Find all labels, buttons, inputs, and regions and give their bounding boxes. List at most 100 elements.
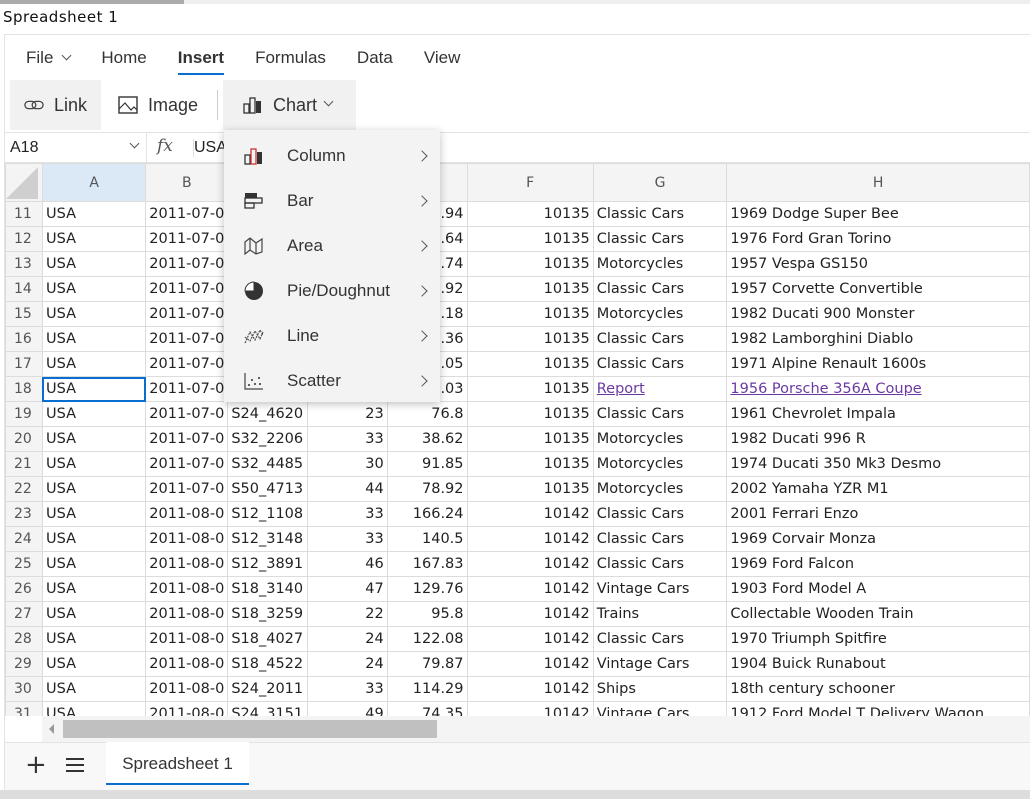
cell-d24[interactable]: 33: [307, 526, 388, 552]
cell-b17[interactable]: 2011-07-0: [145, 351, 229, 377]
cell-hyperlink[interactable]: Report: [597, 381, 645, 397]
cell-c29[interactable]: S18_4522: [227, 651, 309, 677]
select-all-corner[interactable]: [5, 163, 43, 202]
scrollbar-thumb[interactable]: [63, 720, 437, 738]
cell-f21[interactable]: 10135: [466, 451, 594, 477]
cell-a14[interactable]: USA: [41, 276, 147, 302]
cell-e21[interactable]: 91.85: [386, 451, 468, 477]
cell-g28[interactable]: Classic Cars: [592, 626, 728, 652]
cell-h23[interactable]: 2001 Ferrari Enzo: [726, 501, 1030, 527]
cell-a22[interactable]: USA: [41, 476, 147, 502]
menu-item-pie[interactable]: Pie/Doughnut: [224, 268, 440, 313]
cell-h13[interactable]: 1957 Vespa GS150: [726, 251, 1030, 277]
menu-item-column[interactable]: Column: [224, 133, 440, 178]
row-header[interactable]: 17: [5, 351, 43, 377]
cell-e20[interactable]: 38.62: [386, 426, 468, 452]
cell-g15[interactable]: Motorcycles: [592, 301, 728, 327]
cell-b16[interactable]: 2011-07-0: [145, 326, 229, 352]
column-header-g[interactable]: G: [592, 163, 728, 202]
cell-d28[interactable]: 24: [307, 626, 388, 652]
cell-g16[interactable]: Classic Cars: [592, 326, 728, 352]
cell-a15[interactable]: USA: [41, 301, 147, 327]
cell-d30[interactable]: 33: [307, 676, 388, 702]
cell-f25[interactable]: 10142: [466, 551, 594, 577]
cell-f26[interactable]: 10142: [466, 576, 594, 602]
column-header-b[interactable]: B: [145, 163, 229, 202]
cell-g21[interactable]: Motorcycles: [592, 451, 728, 477]
tab-home[interactable]: Home: [101, 48, 146, 75]
cell-b22[interactable]: 2011-07-0: [145, 476, 229, 502]
cell-e23[interactable]: 166.24: [386, 501, 468, 527]
row-header[interactable]: 20: [5, 426, 43, 452]
row-header[interactable]: 15: [5, 301, 43, 327]
cell-f23[interactable]: 10142: [466, 501, 594, 527]
cell-f11[interactable]: 10135: [466, 201, 594, 227]
cell-b26[interactable]: 2011-08-0: [145, 576, 229, 602]
cell-h12[interactable]: 1976 Ford Gran Torino: [726, 226, 1030, 252]
cell-c24[interactable]: S12_3148: [227, 526, 309, 552]
cell-e24[interactable]: 140.5: [386, 526, 468, 552]
cell-c23[interactable]: S12_1108: [227, 501, 309, 527]
tab-insert[interactable]: Insert: [177, 48, 225, 75]
cell-a20[interactable]: USA: [41, 426, 147, 452]
cell-d31[interactable]: 49: [307, 701, 388, 716]
cell-h22[interactable]: 2002 Yamaha YZR M1: [726, 476, 1030, 502]
tab-file[interactable]: File: [26, 48, 72, 75]
cell-e30[interactable]: 114.29: [386, 676, 468, 702]
cell-b25[interactable]: 2011-08-0: [145, 551, 229, 577]
cell-d22[interactable]: 44: [307, 476, 388, 502]
cell-a19[interactable]: USA: [41, 401, 147, 427]
cell-h31[interactable]: 1912 Ford Model T Delivery Wagon: [726, 701, 1030, 716]
cell-g22[interactable]: Motorcycles: [592, 476, 728, 502]
cell-b30[interactable]: 2011-08-0: [145, 676, 229, 702]
cell-h11[interactable]: 1969 Dodge Super Bee: [726, 201, 1030, 227]
cell-a31[interactable]: USA: [41, 701, 147, 716]
cell-f27[interactable]: 10142: [466, 601, 594, 627]
cell-a25[interactable]: USA: [41, 551, 147, 577]
row-header[interactable]: 28: [5, 626, 43, 652]
cell-f12[interactable]: 10135: [466, 226, 594, 252]
cell-b29[interactable]: 2011-08-0: [145, 651, 229, 677]
cell-h26[interactable]: 1903 Ford Model A: [726, 576, 1030, 602]
cell-h25[interactable]: 1969 Ford Falcon: [726, 551, 1030, 577]
cell-c28[interactable]: S18_4027: [227, 626, 309, 652]
cell-f16[interactable]: 10135: [466, 326, 594, 352]
cell-d25[interactable]: 46: [307, 551, 388, 577]
cell-a21[interactable]: USA: [41, 451, 147, 477]
cell-a28[interactable]: USA: [41, 626, 147, 652]
cell-d19[interactable]: 23: [307, 401, 388, 427]
cell-h17[interactable]: 1971 Alpine Renault 1600s: [726, 351, 1030, 377]
cell-a12[interactable]: USA: [41, 226, 147, 252]
cell-g29[interactable]: Vintage Cars: [592, 651, 728, 677]
cell-g20[interactable]: Motorcycles: [592, 426, 728, 452]
cell-b14[interactable]: 2011-07-0: [145, 276, 229, 302]
cell-a11[interactable]: USA: [41, 201, 147, 227]
cell-c21[interactable]: S32_4485: [227, 451, 309, 477]
cell-e26[interactable]: 129.76: [386, 576, 468, 602]
cell-b24[interactable]: 2011-08-0: [145, 526, 229, 552]
cell-b11[interactable]: 2011-07-0: [145, 201, 229, 227]
row-header[interactable]: 31: [5, 701, 43, 716]
name-box[interactable]: A18: [10, 139, 38, 157]
cell-b21[interactable]: 2011-07-0: [145, 451, 229, 477]
row-header[interactable]: 11: [5, 201, 43, 227]
cell-c19[interactable]: S24_4620: [227, 401, 309, 427]
menu-item-scatter[interactable]: Scatter: [224, 358, 440, 403]
cell-a30[interactable]: USA: [41, 676, 147, 702]
row-header[interactable]: 16: [5, 326, 43, 352]
cell-c31[interactable]: S24_3151: [227, 701, 309, 716]
column-header-a[interactable]: A: [41, 163, 147, 202]
cell-c26[interactable]: S18_3140: [227, 576, 309, 602]
cell-f24[interactable]: 10142: [466, 526, 594, 552]
cell-f28[interactable]: 10142: [466, 626, 594, 652]
cell-f13[interactable]: 10135: [466, 251, 594, 277]
cell-f17[interactable]: 10135: [466, 351, 594, 377]
cell-f15[interactable]: 10135: [466, 301, 594, 327]
cell-h19[interactable]: 1961 Chevrolet Impala: [726, 401, 1030, 427]
cell-a24[interactable]: USA: [41, 526, 147, 552]
image-button[interactable]: Image: [104, 80, 212, 130]
cell-hyperlink[interactable]: 1956 Porsche 356A Coupe: [730, 381, 921, 397]
row-header[interactable]: 25: [5, 551, 43, 577]
cell-h21[interactable]: 1974 Ducati 350 Mk3 Desmo: [726, 451, 1030, 477]
cell-e22[interactable]: 78.92: [386, 476, 468, 502]
